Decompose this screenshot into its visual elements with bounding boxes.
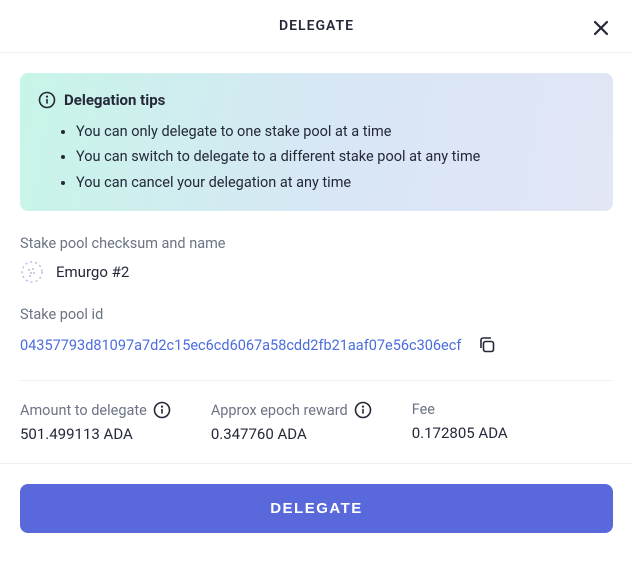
stat-approx: Approx epoch reward 0.347760 ADA — [211, 401, 372, 443]
tips-list: You can only delegate to one stake pool … — [38, 119, 595, 195]
divider — [20, 380, 613, 381]
pool-row: Emurgo #2 — [20, 260, 613, 284]
amount-value: 501.499113 ADA — [20, 425, 171, 443]
pool-id: 04357793d81097a7d2c15ec6cd6067a58cdd2fb2… — [20, 336, 461, 356]
pool-checksum-icon — [20, 260, 44, 284]
tips-panel: Delegation tips You can only delegate to… — [20, 73, 613, 211]
pool-name: Emurgo #2 — [56, 263, 129, 281]
copy-icon — [477, 343, 497, 358]
tips-item: You can switch to delegate to a differen… — [76, 144, 595, 169]
info-icon[interactable] — [153, 401, 171, 419]
tips-item: You can only delegate to one stake pool … — [76, 119, 595, 144]
pool-id-row: 04357793d81097a7d2c15ec6cd6067a58cdd2fb2… — [20, 331, 613, 362]
delegate-button[interactable]: DELEGATE — [20, 484, 613, 533]
modal-header: DELEGATE — [0, 0, 633, 53]
modal-content: Delegation tips You can only delegate to… — [0, 53, 633, 463]
pool-id-label: Stake pool id — [20, 306, 613, 323]
modal-title: DELEGATE — [279, 18, 354, 34]
modal-footer: DELEGATE — [0, 463, 633, 553]
fee-value: 0.172805 ADA — [412, 424, 508, 442]
tips-title: Delegation tips — [64, 91, 165, 109]
info-icon[interactable] — [354, 401, 372, 419]
pool-section-label: Stake pool checksum and name — [20, 235, 613, 252]
approx-value: 0.347760 ADA — [211, 425, 372, 443]
stat-fee: Fee 0.172805 ADA — [412, 401, 508, 443]
stat-amount: Amount to delegate 501.499113 ADA — [20, 401, 171, 443]
stats-row: Amount to delegate 501.499113 ADA Approx… — [20, 401, 613, 443]
close-button[interactable] — [587, 14, 615, 42]
tips-item: You can cancel your delegation at any ti… — [76, 170, 595, 195]
close-icon — [591, 18, 611, 38]
fee-label: Fee — [412, 401, 435, 418]
info-icon — [38, 91, 56, 109]
approx-label: Approx epoch reward — [211, 402, 348, 419]
copy-button[interactable] — [473, 331, 501, 362]
amount-label: Amount to delegate — [20, 402, 147, 419]
